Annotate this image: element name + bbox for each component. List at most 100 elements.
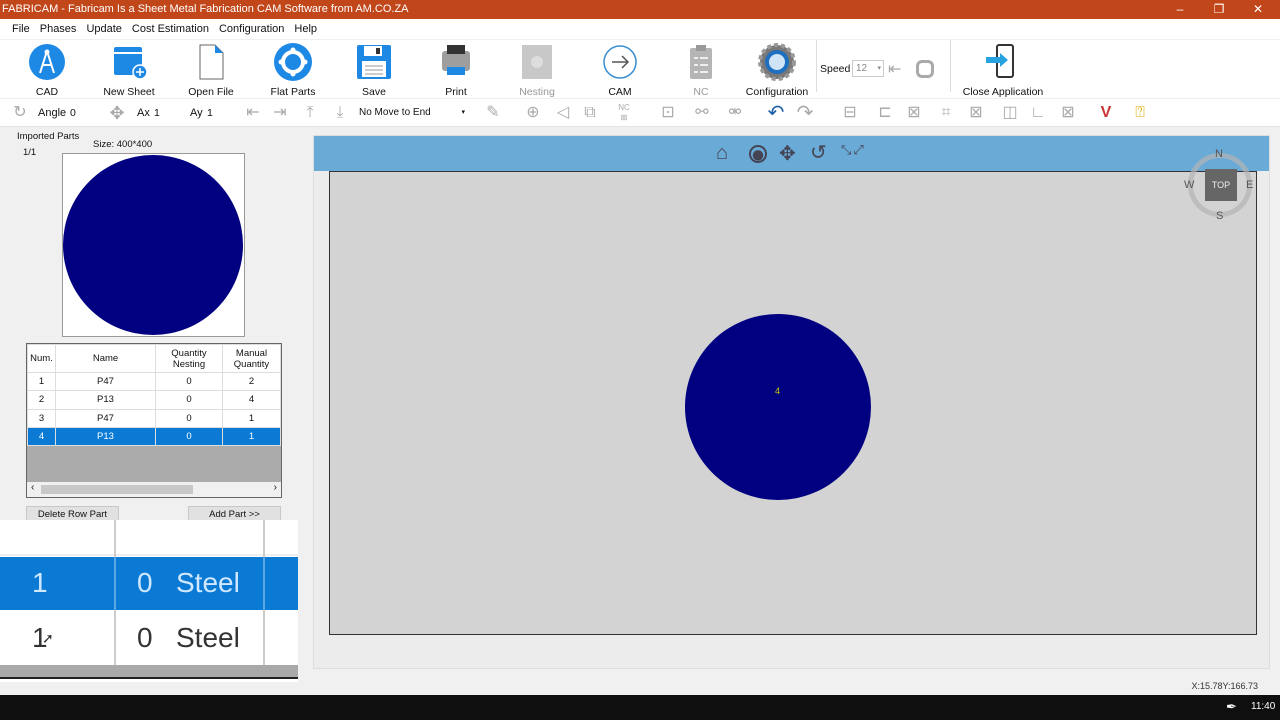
header-quantity-nesting[interactable]: Quantity Nesting bbox=[155, 344, 223, 373]
path-icon[interactable]: ⚯ bbox=[692, 103, 712, 123]
link-path-icon[interactable]: ⚮ bbox=[725, 103, 745, 123]
restore-button[interactable]: ❐ bbox=[1199, 0, 1239, 19]
overlay-row[interactable]: 1 0 Steel ➚ bbox=[0, 612, 298, 664]
speed-label: Speed bbox=[820, 63, 851, 75]
cad-viewport[interactable]: ⌂ ✥ ↺ ⤡⤢ 4 TOP N S W E bbox=[313, 135, 1270, 669]
rotate-icon[interactable]: ↻ bbox=[10, 103, 30, 123]
menu-file[interactable]: File bbox=[12, 19, 38, 39]
compass-south: S bbox=[1216, 210, 1224, 222]
clock: 11:40 bbox=[1251, 701, 1276, 712]
ay-label: Ay bbox=[190, 107, 203, 119]
table-cell: 2 bbox=[27, 390, 56, 410]
menu-bar: File Phases Update Cost Estimation Confi… bbox=[0, 19, 1280, 39]
view-eye-icon[interactable] bbox=[749, 145, 767, 163]
header-num[interactable]: Num. bbox=[27, 344, 56, 373]
overlay-row-selected[interactable]: 1 0 Steel bbox=[0, 557, 298, 610]
new-sheet-icon bbox=[109, 42, 149, 82]
table-row[interactable]: 1 P47 0 2 bbox=[27, 371, 281, 392]
ax-input[interactable]: 1 bbox=[151, 104, 184, 122]
sheet-canvas[interactable]: 4 bbox=[329, 171, 1257, 635]
step-back-icon[interactable]: ⇤ bbox=[888, 59, 901, 79]
menu-update[interactable]: Update bbox=[86, 19, 129, 39]
cross-box-icon[interactable]: ⊠ bbox=[904, 103, 924, 123]
cross-square-icon[interactable]: ⊠ bbox=[1058, 103, 1078, 123]
reset-rotate-icon[interactable]: ↺ bbox=[810, 140, 827, 165]
cam-button[interactable]: CAM bbox=[600, 42, 640, 98]
split-icon[interactable]: ⊟ bbox=[840, 103, 860, 123]
pen-icon[interactable]: ✒ bbox=[1226, 699, 1237, 715]
view-cube-top[interactable]: TOP bbox=[1205, 169, 1237, 201]
window-icon[interactable]: ◫ bbox=[1000, 103, 1020, 123]
printer-icon bbox=[436, 42, 476, 82]
move-icon[interactable]: ✥ bbox=[107, 103, 127, 123]
menu-help[interactable]: Help bbox=[294, 19, 325, 39]
ay-input[interactable]: 1 bbox=[204, 104, 238, 122]
table-row[interactable]: 3 P47 0 1 bbox=[27, 408, 281, 428]
flat-parts-button[interactable]: Flat Parts bbox=[269, 42, 317, 98]
compass-north: N bbox=[1215, 148, 1223, 160]
compass-west: W bbox=[1184, 179, 1195, 191]
new-sheet-button[interactable]: New Sheet bbox=[102, 42, 156, 98]
menu-cost-estimation[interactable]: Cost Estimation bbox=[132, 19, 217, 39]
measure-help-icon[interactable]: ⍰ bbox=[1130, 103, 1150, 123]
compass-east: E bbox=[1246, 179, 1254, 191]
move-mode-select[interactable]: No Move to End ▾ bbox=[356, 104, 468, 122]
cursor-coordinates: X:15.78Y:166.73 bbox=[1191, 681, 1258, 691]
table-row-selected[interactable]: 4 P13 0 1 bbox=[27, 426, 281, 447]
fit-extents-icon[interactable]: ⤡⤢ bbox=[841, 142, 866, 158]
stop-icon[interactable] bbox=[916, 60, 934, 78]
configuration-button[interactable]: Configuration bbox=[745, 42, 809, 98]
triangle-icon[interactable]: ◁ bbox=[553, 103, 573, 123]
scroll-right-icon[interactable]: › bbox=[274, 482, 277, 493]
angle-input[interactable]: 0 bbox=[67, 104, 95, 122]
angle-icon[interactable]: ∟ bbox=[1028, 103, 1048, 123]
menu-configuration[interactable]: Configuration bbox=[219, 19, 292, 39]
nc-box-icon[interactable]: NC ⊠ bbox=[614, 103, 634, 123]
scroll-left-icon[interactable]: ‹ bbox=[31, 482, 34, 493]
nc-button[interactable]: NC bbox=[681, 42, 721, 98]
table-cell: 0 bbox=[155, 390, 223, 410]
header-manual-quantity[interactable]: Manual Quantity bbox=[222, 344, 281, 373]
arrow-top-icon[interactable]: ⤒ bbox=[300, 103, 320, 123]
scrollbar-thumb[interactable] bbox=[41, 485, 193, 494]
menu-phases[interactable]: Phases bbox=[40, 19, 85, 39]
save-button[interactable]: Save bbox=[354, 42, 394, 98]
speed-value: 12 bbox=[856, 63, 868, 74]
horizontal-scrollbar[interactable]: ‹ › bbox=[27, 482, 281, 497]
arrow-right-icon[interactable]: ⇥ bbox=[270, 103, 290, 123]
cad-button[interactable]: CAD bbox=[27, 42, 67, 98]
table-row[interactable]: 2 P13 0 4 bbox=[27, 390, 281, 410]
header-name[interactable]: Name bbox=[55, 344, 156, 373]
undo-icon[interactable]: ↶ bbox=[766, 103, 786, 123]
frame-icon[interactable]: ⌗ bbox=[936, 103, 956, 123]
table-cell: 1 bbox=[222, 426, 281, 447]
pencil-icon[interactable]: ✎ bbox=[483, 103, 503, 123]
arrow-right-circle-icon bbox=[600, 42, 640, 82]
print-button[interactable]: Print bbox=[436, 42, 476, 98]
arrow-left-icon[interactable]: ⇤ bbox=[243, 103, 263, 123]
minimize-button[interactable]: – bbox=[1160, 0, 1200, 19]
redo-icon[interactable]: ↷ bbox=[795, 103, 815, 123]
exit-door-icon bbox=[983, 42, 1023, 82]
contour-icon[interactable]: ⧉ bbox=[580, 103, 600, 123]
bracket-icon[interactable]: ⊏ bbox=[875, 103, 895, 123]
parts-page-counter: 1/1 bbox=[23, 147, 37, 158]
close-button[interactable]: ✕ bbox=[1238, 0, 1278, 19]
add-circle-icon[interactable]: ⊕ bbox=[523, 103, 543, 123]
arrow-down-icon[interactable]: ⤓ bbox=[330, 103, 350, 123]
cross-frame-icon[interactable]: ⊠ bbox=[966, 103, 986, 123]
open-file-button[interactable]: Open File bbox=[188, 42, 234, 98]
nesting-puzzle-icon bbox=[517, 42, 557, 82]
pan-icon[interactable]: ✥ bbox=[779, 141, 796, 166]
clipboard-icon bbox=[681, 42, 721, 82]
close-application-label: Close Application bbox=[962, 86, 1044, 98]
table-cell: P13 bbox=[55, 390, 156, 410]
corner-icon[interactable]: ⊡ bbox=[658, 103, 678, 123]
gear-icon bbox=[757, 42, 797, 82]
nesting-button[interactable]: Nesting bbox=[514, 42, 560, 98]
speed-select[interactable]: 12 ▾ bbox=[852, 60, 884, 77]
v-color-icon[interactable]: V bbox=[1096, 103, 1116, 123]
close-application-button[interactable]: Close Application bbox=[962, 42, 1044, 98]
home-icon[interactable]: ⌂ bbox=[716, 142, 728, 165]
angle-label: Angle bbox=[38, 107, 67, 119]
